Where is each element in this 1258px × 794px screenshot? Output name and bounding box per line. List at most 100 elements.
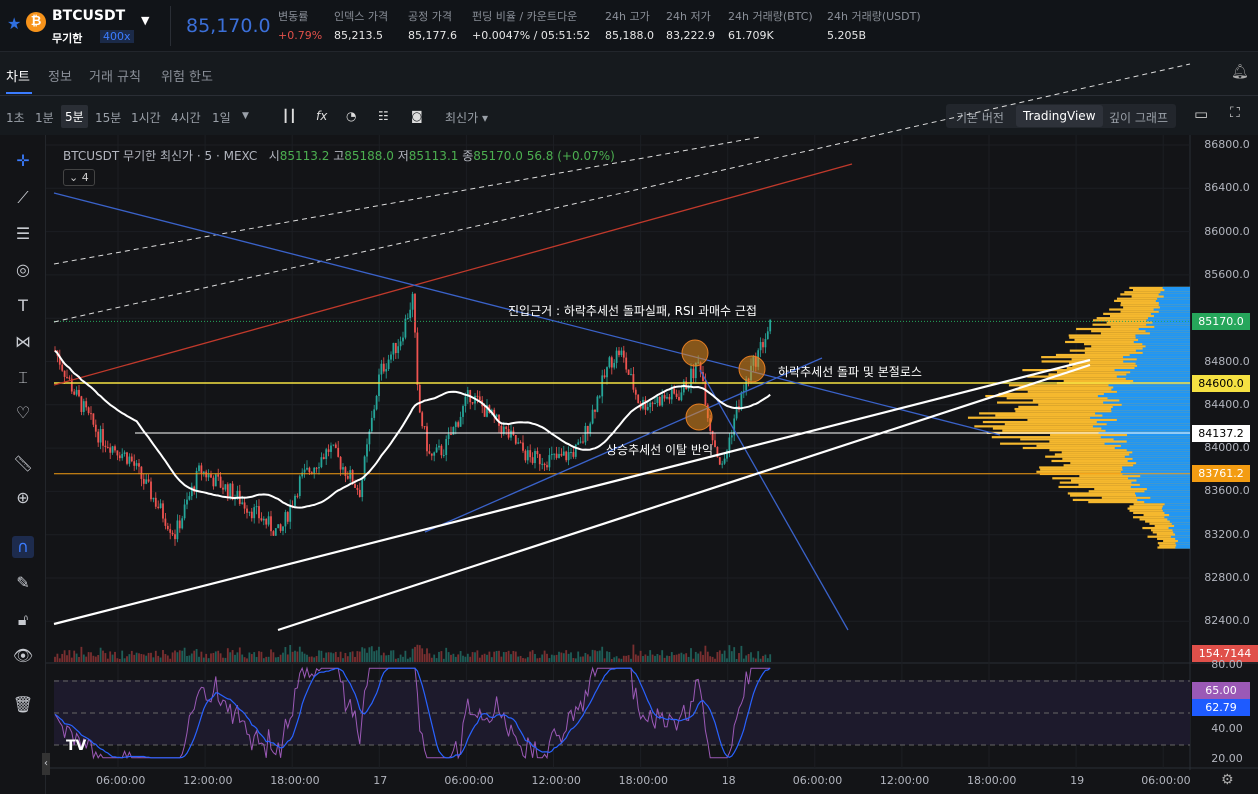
candle-body <box>337 447 340 457</box>
volume-bar <box>543 650 546 662</box>
candle-body <box>378 374 380 397</box>
annotation-breakout[interactable]: 하락추세선 돌파 및 본절로스 <box>778 363 922 380</box>
volume-bar <box>193 650 196 662</box>
candle-body <box>613 362 616 368</box>
volume-bar <box>471 652 474 662</box>
volume-profile-bar <box>1116 390 1190 393</box>
candle-body <box>382 363 385 372</box>
xabcd-tool-icon[interactable]: ⋈ <box>12 331 34 353</box>
volume-bar <box>382 652 385 662</box>
volume-bar <box>231 650 234 662</box>
channel-mid-dashed[interactable] <box>53 63 1191 323</box>
candle-body <box>152 497 155 500</box>
candle-body <box>589 423 592 434</box>
visibility-eye-icon[interactable]: 👁︎ <box>12 645 34 667</box>
volume-bar <box>745 655 748 662</box>
volume-bar <box>582 656 584 662</box>
collapse-toolbar-icon[interactable]: ‹ <box>42 753 50 775</box>
volume-bar <box>318 650 320 662</box>
volume-profile-bar <box>1160 291 1190 294</box>
volume-profile-bar <box>1122 468 1190 471</box>
annotation-entry[interactable]: 진입근거 : 하락추세선 돌파실패, RSI 과매수 근접 <box>508 302 757 319</box>
volume-bar <box>654 655 656 662</box>
volume-bar <box>447 652 450 662</box>
candle-body <box>236 490 239 498</box>
candle-body <box>308 467 311 473</box>
volume-bar <box>349 652 352 662</box>
candle-body <box>718 457 721 465</box>
volume-profile-bar <box>1162 509 1190 512</box>
trash-icon[interactable]: 🗑︎ <box>12 694 34 716</box>
annotation-breakdown[interactable]: 상승추세선 이탈 반익 <box>606 441 713 458</box>
volume-bar <box>277 656 280 662</box>
candle-body <box>159 503 162 508</box>
settings-gear-icon[interactable]: ⚙︎ <box>1221 772 1234 788</box>
time-tick: 12:00:00 <box>879 774 930 787</box>
volume-profile-bar <box>1105 429 1190 432</box>
indicators-collapse-button[interactable]: ⌄ 4 <box>63 169 95 186</box>
candle-body <box>255 506 258 508</box>
favorites-heart-icon[interactable]: ♡ <box>12 402 34 424</box>
pattern-tool-icon[interactable]: ◎ <box>12 259 34 281</box>
lock-icon[interactable]: 🔓︎ <box>12 609 34 631</box>
candle-body <box>82 401 85 412</box>
candle-body <box>375 396 378 410</box>
volume-profile-bar <box>1139 483 1190 486</box>
volume-bar <box>673 655 676 662</box>
white-support-line-1[interactable] <box>53 358 1091 626</box>
volume-profile-bar <box>1122 466 1190 469</box>
candle-body <box>675 393 678 397</box>
volume-profile-bar <box>1126 440 1190 443</box>
candle-body <box>454 422 457 427</box>
volume-profile-bar <box>1130 485 1190 489</box>
draw-mode-icon[interactable]: ✎ <box>12 572 34 594</box>
volume-profile-bar <box>1164 516 1190 519</box>
candle-body <box>596 396 599 412</box>
volume-bar <box>224 657 227 662</box>
text-tool-icon[interactable]: T <box>12 295 34 317</box>
crosshair-icon[interactable]: ✛ <box>12 150 34 172</box>
projection-line[interactable] <box>699 369 849 631</box>
zoom-in-icon[interactable]: ⊕ <box>12 487 34 509</box>
volume-profile-bar <box>1163 295 1190 298</box>
volume-bar <box>387 654 390 662</box>
volume-bar <box>754 658 757 662</box>
volume-bar <box>562 653 565 662</box>
volume-bar <box>598 650 601 662</box>
volume-bar <box>601 646 604 662</box>
candle-body <box>637 394 640 404</box>
volume-profile-bar <box>1162 286 1190 289</box>
candle-body <box>111 446 114 453</box>
volume-profile-bar <box>1127 433 1190 437</box>
volume-profile-bar <box>1133 340 1190 344</box>
volume-profile-bar <box>1116 375 1190 378</box>
candle-body <box>284 512 287 527</box>
trendline-tool-icon[interactable]: ⟋ <box>12 187 34 209</box>
volume-bar <box>699 651 702 662</box>
chart-canvas[interactable] <box>0 0 1258 794</box>
volume-profile-bar <box>1134 366 1190 370</box>
volume-bar <box>190 653 193 662</box>
volume-bar <box>272 652 275 662</box>
volume-bar <box>255 656 258 662</box>
fib-tool-icon[interactable]: ☰ <box>12 223 34 245</box>
volume-bar <box>742 658 745 662</box>
candle-body <box>586 425 589 434</box>
volume-profile-bar <box>1113 438 1190 441</box>
candle-body <box>464 396 467 407</box>
volume-bar <box>262 658 265 662</box>
volume-bar <box>188 655 191 662</box>
volume-profile-bar <box>1169 513 1190 517</box>
candle-body <box>102 429 104 446</box>
candle-body <box>219 476 222 488</box>
magnet-icon[interactable]: ∩ <box>12 536 34 558</box>
time-tick: 18:00:00 <box>618 774 668 787</box>
volume-bar <box>169 658 172 662</box>
volume-bar <box>195 649 198 662</box>
volume-bar <box>171 652 174 662</box>
candle-body <box>541 463 544 465</box>
volume-bar <box>440 651 443 662</box>
candle-body <box>320 457 323 468</box>
forecast-tool-icon[interactable]: ⌶ <box>12 367 34 389</box>
ruler-icon[interactable]: 📏︎ <box>12 453 34 475</box>
